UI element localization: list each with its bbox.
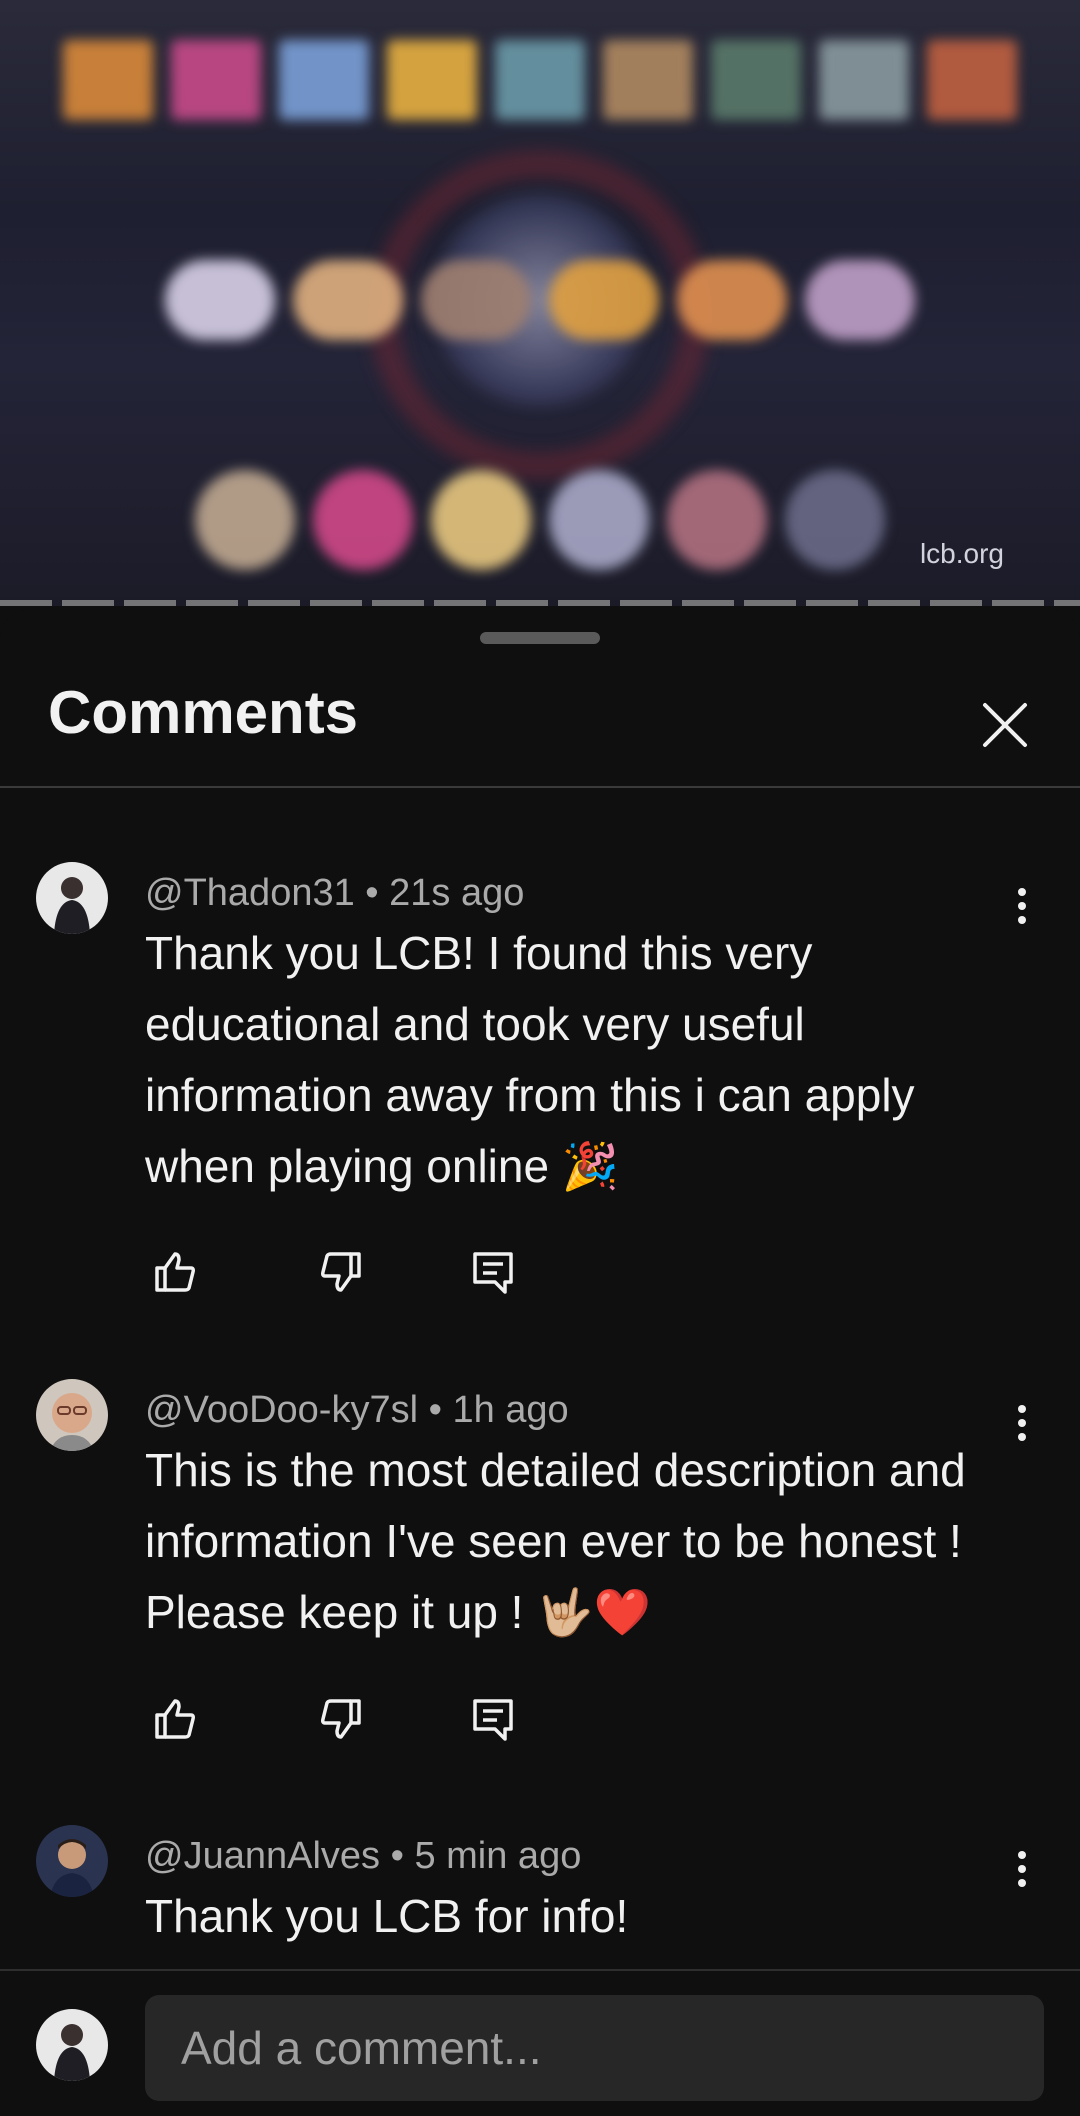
comment-text: This is the most detailed description an… bbox=[145, 1444, 966, 1638]
thumbs-down-icon bbox=[321, 1699, 361, 1739]
comment-meta[interactable]: @JuannAlves • 5 min ago bbox=[145, 1835, 581, 1878]
comments-sheet: Comments @Thadon31 • 21s ago Thank you L… bbox=[0, 610, 1080, 2116]
sheet-title: Comments bbox=[48, 679, 359, 746]
add-comment-input[interactable] bbox=[145, 1995, 1044, 2101]
like-button[interactable] bbox=[145, 1689, 205, 1749]
comment-meta[interactable]: @Thadon31 • 21s ago bbox=[145, 872, 524, 915]
drag-handle[interactable] bbox=[480, 632, 600, 644]
close-icon bbox=[983, 703, 1027, 747]
thumbs-up-icon bbox=[155, 1252, 195, 1292]
more-options-button[interactable] bbox=[1002, 1839, 1042, 1899]
reply-icon bbox=[473, 1699, 513, 1741]
more-options-button[interactable] bbox=[1002, 876, 1042, 936]
close-button[interactable] bbox=[970, 690, 1040, 760]
dislike-button[interactable] bbox=[311, 1689, 371, 1749]
video-watermark: lcb.org bbox=[919, 538, 1004, 569]
avatar[interactable] bbox=[36, 1379, 108, 1451]
video-progress-bar[interactable] bbox=[0, 600, 1080, 606]
comment-meta[interactable]: @VooDoo-ky7sl • 1h ago bbox=[145, 1389, 569, 1432]
user-avatar[interactable] bbox=[36, 2009, 108, 2081]
video-blur-row-top bbox=[0, 40, 1080, 120]
thumbs-up-icon bbox=[155, 1699, 195, 1739]
dislike-button[interactable] bbox=[311, 1242, 371, 1302]
comment-actions bbox=[145, 1689, 629, 1749]
video-player[interactable]: lcb.org bbox=[0, 0, 1080, 606]
video-blur-row-bottom bbox=[0, 470, 1080, 570]
more-vert-icon bbox=[1018, 888, 1026, 924]
header-divider bbox=[0, 786, 1080, 788]
avatar[interactable] bbox=[36, 1825, 108, 1897]
comment-text: Thank you LCB! I found this very educati… bbox=[145, 927, 915, 1192]
like-button[interactable] bbox=[145, 1242, 205, 1302]
avatar[interactable] bbox=[36, 862, 108, 934]
video-blur-row-middle bbox=[0, 260, 1080, 340]
more-options-button[interactable] bbox=[1002, 1393, 1042, 1453]
reply-button[interactable] bbox=[463, 1242, 523, 1302]
thumbs-down-icon bbox=[321, 1252, 361, 1292]
more-vert-icon bbox=[1018, 1405, 1026, 1441]
reply-button[interactable] bbox=[463, 1689, 523, 1749]
comment-text: Thank you LCB for info! bbox=[145, 1890, 629, 1942]
comment-composer bbox=[0, 1969, 1080, 2116]
more-vert-icon bbox=[1018, 1851, 1026, 1887]
comment-actions bbox=[145, 1242, 629, 1302]
reply-icon bbox=[473, 1252, 513, 1294]
